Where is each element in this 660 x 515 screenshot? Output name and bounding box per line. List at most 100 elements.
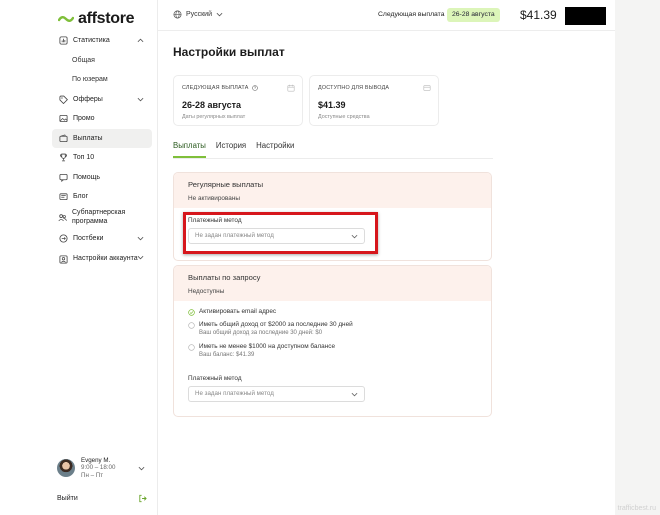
- section-status: Не активированы: [188, 195, 240, 202]
- tab-payouts[interactable]: Выплаты: [173, 141, 206, 158]
- language-selector[interactable]: Русский: [173, 10, 223, 19]
- image-icon: [58, 114, 68, 124]
- chat-icon: [58, 172, 68, 182]
- sidebar-item-top10[interactable]: Топ 10: [52, 148, 152, 168]
- payment-method-select[interactable]: Не задан платежный метод: [188, 386, 365, 402]
- chevron-down-icon: [137, 97, 144, 101]
- section-title: Выплаты по запросу: [188, 273, 261, 282]
- chevron-down-icon: [138, 466, 145, 471]
- user-menu[interactable]: Evgeny M. 9:00 – 18:00 Пн – Пт: [57, 455, 153, 481]
- logo-mark-icon: [58, 16, 74, 22]
- chevron-down-icon: [216, 12, 223, 17]
- card-hint: Доступные средства: [318, 114, 370, 120]
- help-icon[interactable]: [251, 85, 258, 91]
- chevron-down-icon: [351, 392, 358, 397]
- circle-icon: [188, 321, 195, 329]
- sidebar-item-account-settings[interactable]: Настройки аккаунта: [52, 248, 152, 270]
- sidebar-item-label: Помощь: [73, 173, 101, 181]
- sidebar-item-label: Субпартнерская программа: [72, 209, 126, 225]
- available-card: Доступно для вывода $41.39 Доступные сре…: [309, 75, 439, 126]
- user-name: Evgeny M.: [81, 456, 111, 464]
- sidebar-subitem-general[interactable]: Общая: [52, 51, 152, 71]
- requirement-item: Иметь общий доход от $2000 за последние …: [188, 321, 353, 336]
- requirement-text: Иметь общий доход от $2000 за последние …: [199, 321, 353, 328]
- doc-icon: [58, 192, 68, 202]
- sidebar-nav: Статистика Общая По юзерам Офферы Промо …: [52, 31, 152, 270]
- card-value: $41.39: [318, 100, 346, 110]
- logout-icon: [139, 494, 147, 503]
- section-header: Регулярные выплаты Не активированы: [174, 173, 491, 208]
- language-label: Русский: [186, 11, 212, 18]
- requirement-text: Активировать email адрес: [199, 308, 277, 315]
- sidebar-item-label: Настройки аккаунта: [73, 254, 138, 262]
- sidebar-item-label: Офферы: [73, 95, 103, 103]
- card-value: 26-28 августа: [182, 100, 242, 110]
- sidebar-item-help[interactable]: Помощь: [52, 168, 152, 188]
- sidebar-item-label: Постбеки: [73, 234, 104, 242]
- highlight-annotation: [183, 212, 378, 254]
- sidebar-item-subpartner[interactable]: Субпартнерская программа: [52, 207, 152, 229]
- sidebar-subitem-by-users[interactable]: По юзерам: [52, 70, 152, 90]
- redacted-block: [565, 7, 606, 25]
- chevron-down-icon: [137, 255, 144, 260]
- sidebar-item-label: Статистика: [73, 37, 110, 45]
- card-icon: [423, 85, 431, 91]
- section-header: Выплаты по запросу Недоступны: [174, 266, 491, 301]
- requirement-item: Иметь не менее $1000 на доступном баланс…: [188, 343, 335, 358]
- trophy-icon: [58, 153, 68, 163]
- user-settings-icon: [58, 254, 68, 264]
- sidebar-item-label: Промо: [73, 115, 95, 123]
- chevron-down-icon: [137, 236, 144, 240]
- chevron-up-icon: [137, 38, 144, 43]
- sidebar-item-statistics[interactable]: Статистика: [52, 31, 152, 51]
- section-status: Недоступны: [188, 288, 225, 295]
- card-caption-text: Доступно для вывода: [318, 85, 390, 91]
- card-caption-text: Следующая выплата: [182, 85, 249, 91]
- requirement-detail: Ваш баланс: $41.39: [199, 351, 255, 358]
- user-info: Evgeny M. 9:00 – 18:00 Пн – Пт: [81, 457, 115, 480]
- tab-history[interactable]: История: [216, 141, 246, 158]
- next-payout-card: Следующая выплата 26-28 августа Даты рег…: [173, 75, 303, 126]
- sidebar-item-promo[interactable]: Промо: [52, 109, 152, 129]
- check-circle-icon: [188, 308, 195, 316]
- calendar-icon: [287, 84, 295, 92]
- logo[interactable]: affstore: [58, 10, 135, 28]
- card-hint: Даты регулярных выплат: [182, 114, 246, 120]
- user-days: Пн – Пт: [81, 471, 104, 479]
- section-title: Регулярные выплаты: [188, 180, 264, 189]
- sidebar-item-label: Выплаты: [73, 134, 103, 142]
- wallet-icon: [58, 133, 68, 143]
- sidebar-item-blog[interactable]: Блог: [52, 187, 152, 207]
- page-title: Настройки выплат: [173, 45, 285, 59]
- balance-amount: $41.39: [520, 8, 557, 22]
- select-placeholder: Не задан платежный метод: [195, 390, 274, 397]
- logout-button[interactable]: Выйти: [57, 494, 147, 503]
- logo-text: affstore: [78, 10, 135, 27]
- watermark: traffiсbest.ru: [617, 505, 656, 512]
- main-content: Настройки выплат Следующая выплата 26-28…: [158, 31, 615, 515]
- postback-icon: [58, 233, 68, 243]
- sidebar-item-label: Топ 10: [73, 154, 95, 162]
- sidebar-item-label: Блог: [73, 193, 89, 201]
- regular-payouts-section: Регулярные выплаты Не активированы Плате…: [173, 172, 492, 261]
- sidebar-item-offers[interactable]: Офферы: [52, 90, 152, 110]
- logout-label: Выйти: [57, 495, 78, 502]
- tag-icon: [58, 94, 68, 104]
- user-hours: 9:00 – 18:00: [81, 464, 116, 472]
- tab-settings[interactable]: Настройки: [256, 141, 294, 158]
- requirement-detail: Ваш общий доход за последние 30 дней: $0: [199, 329, 323, 336]
- users-icon: [58, 213, 67, 223]
- avatar: [57, 459, 75, 477]
- requirement-item: Активировать email адрес: [188, 308, 276, 316]
- payment-method-label: Платежный метод: [188, 375, 242, 382]
- next-payout-badge: 26-28 августа: [447, 8, 500, 22]
- tabs: Выплаты История Настройки: [173, 141, 294, 158]
- globe-icon: [173, 10, 182, 19]
- page-gutter: [615, 0, 660, 515]
- sidebar-item-payouts[interactable]: Выплаты: [52, 128, 152, 148]
- card-caption: Доступно для вывода: [318, 85, 389, 91]
- on-demand-payouts-section: Выплаты по запросу Недоступны Активирова…: [173, 265, 492, 417]
- sidebar-item-postbacks[interactable]: Постбеки: [52, 229, 152, 249]
- next-payout-label: Следующая выплата: [378, 11, 445, 18]
- tab-divider: [173, 158, 493, 159]
